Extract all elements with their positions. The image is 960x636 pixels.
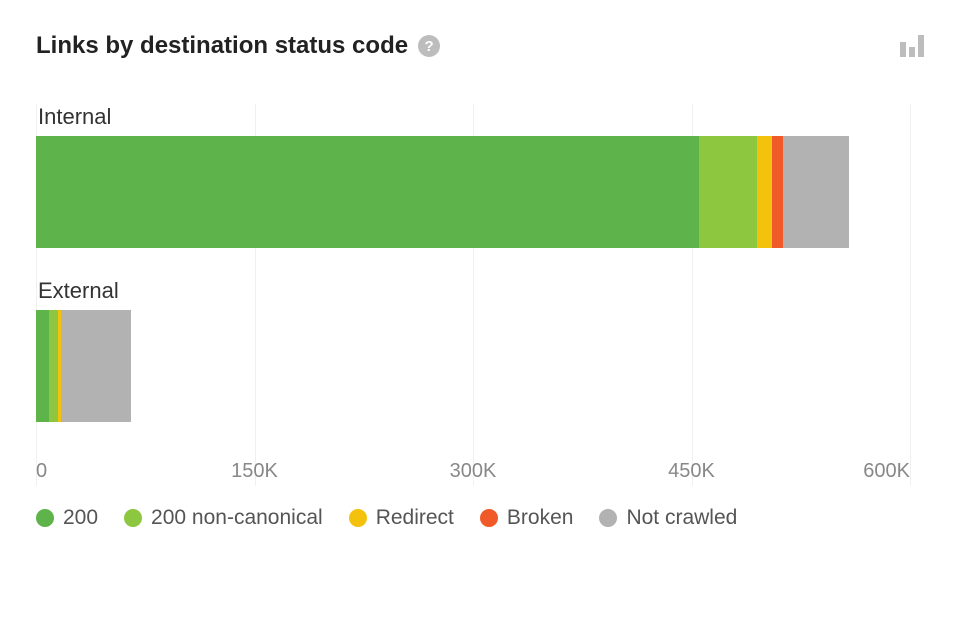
legend-label: Not crawled (626, 506, 737, 530)
bar-track (36, 136, 910, 248)
x-tick: 450K (668, 460, 715, 483)
legend-swatch (36, 509, 54, 527)
x-tick: 150K (231, 460, 278, 483)
chart-title: Links by destination status code (36, 32, 408, 60)
legend-item[interactable]: 200 non-canonical (124, 506, 323, 530)
legend-label: 200 non-canonical (151, 506, 323, 530)
chart-bars: Internal External (36, 104, 910, 422)
legend-swatch (124, 509, 142, 527)
bar-segment[interactable] (699, 136, 757, 248)
x-axis: 0 150K 300K 450K 600K (36, 452, 910, 486)
chart-legend: 200 200 non-canonical Redirect Broken Not cr… (36, 506, 924, 530)
bar-segment[interactable] (757, 136, 772, 248)
bar-segment[interactable] (61, 310, 131, 422)
bar-segment[interactable] (36, 310, 49, 422)
legend-label: Redirect (376, 506, 454, 530)
bar-group: Internal (36, 104, 910, 248)
bar-segment[interactable] (772, 136, 784, 248)
bar-track (36, 310, 910, 422)
grid-line (910, 104, 911, 486)
bar-segment[interactable] (783, 136, 849, 248)
category-label: External (36, 278, 910, 304)
bar-chart-icon[interactable] (900, 35, 924, 57)
legend-item[interactable]: Not crawled (599, 506, 737, 530)
x-tick: 300K (450, 460, 497, 483)
legend-label: Broken (507, 506, 574, 530)
legend-swatch (480, 509, 498, 527)
legend-item[interactable]: 200 (36, 506, 98, 530)
bar-stack[interactable] (36, 310, 910, 422)
x-tick: 0 (36, 460, 47, 483)
x-tick: 600K (863, 460, 910, 483)
legend-item[interactable]: Redirect (349, 506, 454, 530)
chart-header: Links by destination status code ? (36, 32, 924, 60)
legend-swatch (599, 509, 617, 527)
legend-label: 200 (63, 506, 98, 530)
bar-stack[interactable] (36, 136, 910, 248)
legend-swatch (349, 509, 367, 527)
bar-segment[interactable] (36, 136, 699, 248)
category-label: Internal (36, 104, 910, 130)
legend-item[interactable]: Broken (480, 506, 574, 530)
bar-segment[interactable] (49, 310, 58, 422)
bar-group: External (36, 278, 910, 422)
chart-area: Internal External 0 150K 300K 450K 600K (36, 104, 924, 486)
help-icon[interactable]: ? (418, 35, 440, 57)
